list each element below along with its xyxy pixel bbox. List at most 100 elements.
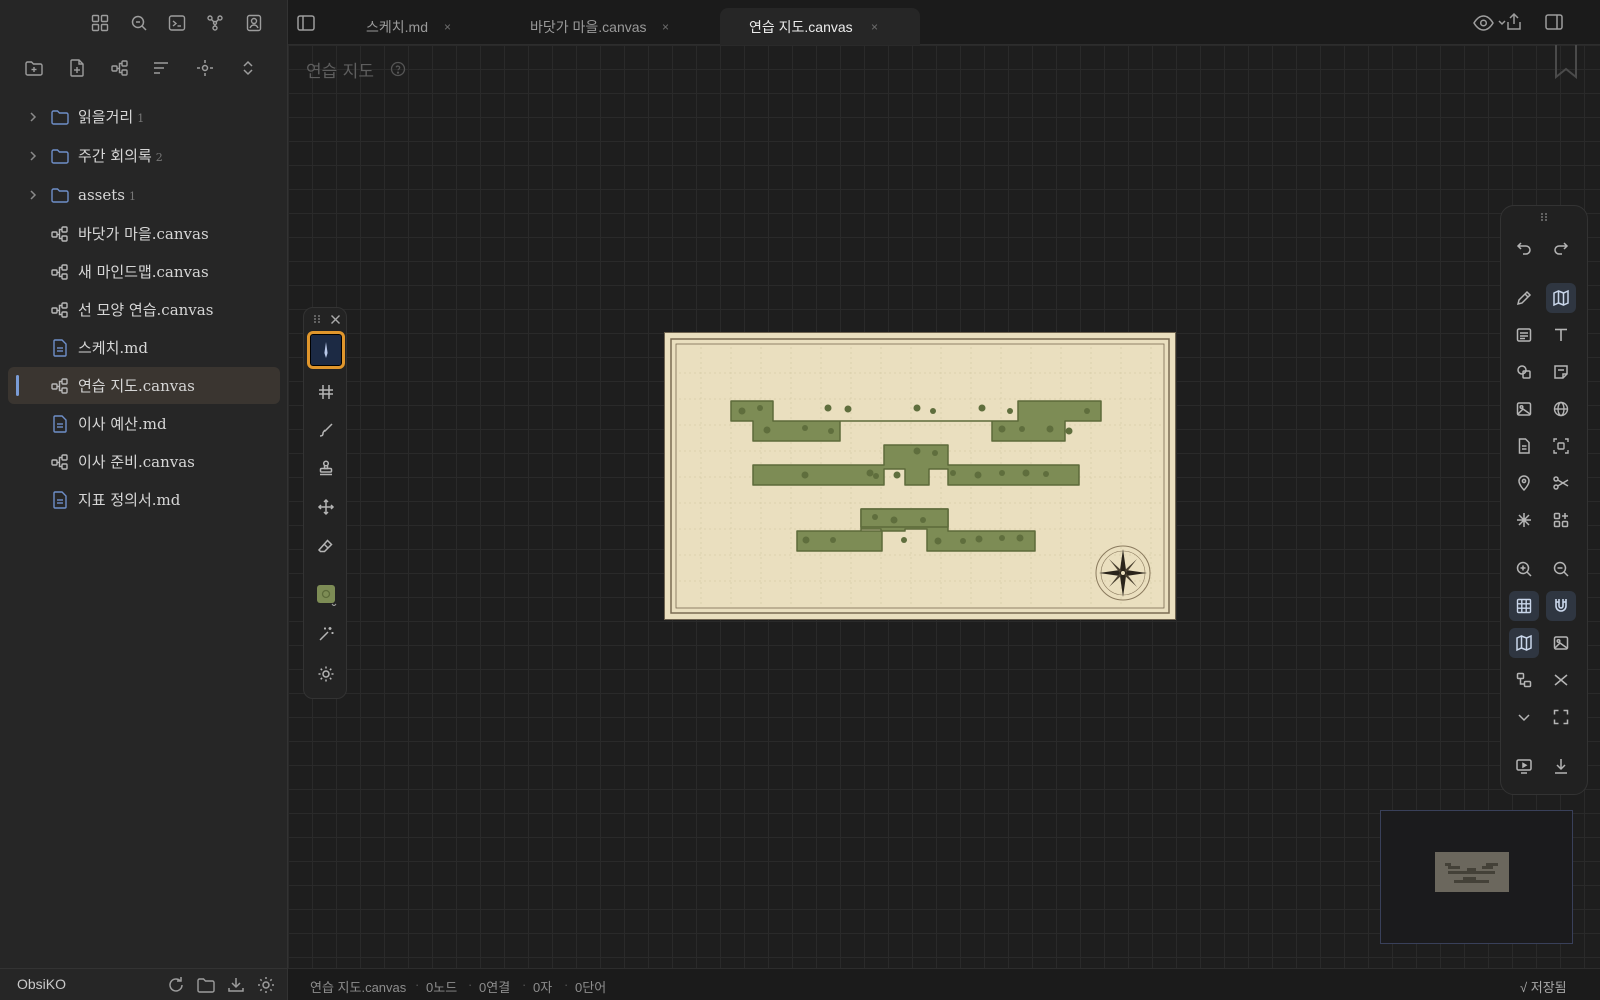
effects-button[interactable] [1509,505,1539,535]
group-button[interactable] [1546,431,1576,461]
chevron-right-icon [30,189,37,200]
settings-gear-icon[interactable] [256,975,276,995]
tree-folder-weekly-minutes[interactable]: 주간 회의록 2 [8,137,280,174]
left-sidebar: 읽을거리 1 주간 회의록 2 assets 1 바닷가 마을.canvas 새 마인… [0,0,288,1000]
toggle-sidebar-icon[interactable] [296,13,316,33]
text-t-icon [1555,328,1567,341]
tree-file-moving-budget[interactable]: 이사 예산.md [8,405,280,442]
tree-file-sketch[interactable]: 스케치.md [8,329,280,366]
widgets-button[interactable] [1546,505,1576,535]
pencil-icon [1516,290,1532,306]
tree-file-new-mindmap[interactable]: 새 마인드맵.canvas [8,253,280,290]
expand-collapse-icon[interactable] [236,56,260,80]
add-file-button[interactable] [1509,431,1539,461]
undo-button[interactable] [1509,233,1539,263]
pen-tool-button[interactable] [307,331,345,369]
background-image-button[interactable] [1546,628,1576,658]
brush-tool-button[interactable] [310,414,342,446]
fullscreen-button[interactable] [1546,702,1576,732]
minimap[interactable] [1380,810,1573,944]
vault-name[interactable]: ObsiKO [17,976,66,992]
graph-icon[interactable] [203,11,227,35]
status-node-count: 0노드 [426,980,458,995]
zoom-in-icon [1516,561,1532,577]
tab-close-icon[interactable]: × [871,20,878,34]
grid-toggle-button[interactable] [1509,591,1539,621]
presentation-button[interactable] [1509,751,1539,781]
grid-tool-button[interactable] [310,376,342,408]
sticky-note-button[interactable] [1546,357,1576,387]
canvas-area[interactable]: 연습 지도 [288,45,1600,968]
bookmark-icon[interactable] [1553,45,1579,79]
export-button[interactable] [1546,751,1576,781]
add-image-button[interactable] [1509,394,1539,424]
sort-icon[interactable] [149,56,173,80]
download-icon[interactable] [226,975,246,995]
magnet-icon [1555,599,1567,612]
search-icon[interactable] [127,11,151,35]
zoom-in-button[interactable] [1509,554,1539,584]
tree-file-moving-prep[interactable]: 이사 준비.canvas [8,443,280,480]
stamp-tool-button[interactable] [310,452,342,484]
tree-file-practice-map[interactable]: 연습 지도.canvas [8,367,280,404]
tab-close-icon[interactable]: × [444,20,451,34]
folder-icon [51,148,69,164]
tree-file-metric-definitions[interactable]: 지표 정의서.md [8,481,280,518]
collapse-button[interactable] [1546,665,1576,695]
color-picker-button[interactable] [310,578,342,610]
toggle-right-sidebar-icon[interactable] [1544,12,1564,32]
reveal-active-file-icon[interactable] [193,56,217,80]
new-note-icon[interactable] [65,56,89,80]
more-button[interactable] [1509,702,1539,732]
new-folder-icon[interactable] [22,56,46,80]
magic-wand-button[interactable] [310,618,342,650]
brush-icon [319,423,333,437]
terminal-icon[interactable] [165,11,189,35]
tab-practice-map[interactable]: 연습 지도.canvas × [720,8,920,45]
map-canvas-node[interactable] [665,333,1175,619]
map-view-toggle-button[interactable] [1509,628,1539,658]
snap-toggle-button[interactable] [1546,591,1576,621]
shapes-button[interactable] [1509,357,1539,387]
zoom-out-button[interactable] [1546,554,1576,584]
move-tool-button[interactable] [310,491,342,523]
add-web-page-button[interactable] [1546,394,1576,424]
minimap-node-preview [1445,863,1498,883]
brightness-button[interactable] [310,658,342,690]
close-icon[interactable] [330,314,341,325]
view-mode-dropdown[interactable] [1472,12,1508,34]
draw-button[interactable] [1509,283,1539,313]
add-text-button[interactable] [1546,320,1576,350]
connect-button[interactable] [1546,468,1576,498]
share-icon[interactable] [1504,12,1524,32]
canvas-title: 연습 지도 [306,62,374,82]
magic-wand-icon [319,627,334,641]
sidebar-footer: ObsiKO [0,968,288,1000]
folder-open-icon[interactable] [196,975,216,995]
drag-handle-icon[interactable] [1539,212,1549,222]
redo-button[interactable] [1546,233,1576,263]
help-icon[interactable] [390,61,406,77]
tree-folder-reading[interactable]: 읽을거리 1 [8,98,280,135]
tree-file-line-shape-practice[interactable]: 선 모양 연습.canvas [8,291,280,328]
tree-item-label: 스케치.md [78,339,148,357]
tree-folder-assets[interactable]: assets 1 [8,176,280,213]
dashboard-icon[interactable] [88,11,112,35]
add-pin-button[interactable] [1509,468,1539,498]
add-card-button[interactable] [1509,320,1539,350]
tree-file-seaside-village[interactable]: 바닷가 마을.canvas [8,215,280,252]
scissors-icon [1553,476,1569,490]
stamp-icon [319,460,333,476]
tab-sketch[interactable]: 스케치.md × [364,8,504,45]
map-mode-button[interactable] [1546,283,1576,313]
contact-card-icon[interactable] [242,11,266,35]
new-canvas-icon[interactable] [108,56,132,80]
redo-icon [1554,242,1569,255]
drag-handle-icon[interactable] [312,314,322,324]
arrange-button[interactable] [1509,665,1539,695]
tab-close-icon[interactable]: × [662,20,669,34]
eraser-tool-button[interactable] [310,530,342,562]
tab-seaside-village[interactable]: 바닷가 마을.canvas × [524,8,694,45]
refresh-icon[interactable] [166,975,186,995]
tree-item-count: 2 [155,151,163,164]
